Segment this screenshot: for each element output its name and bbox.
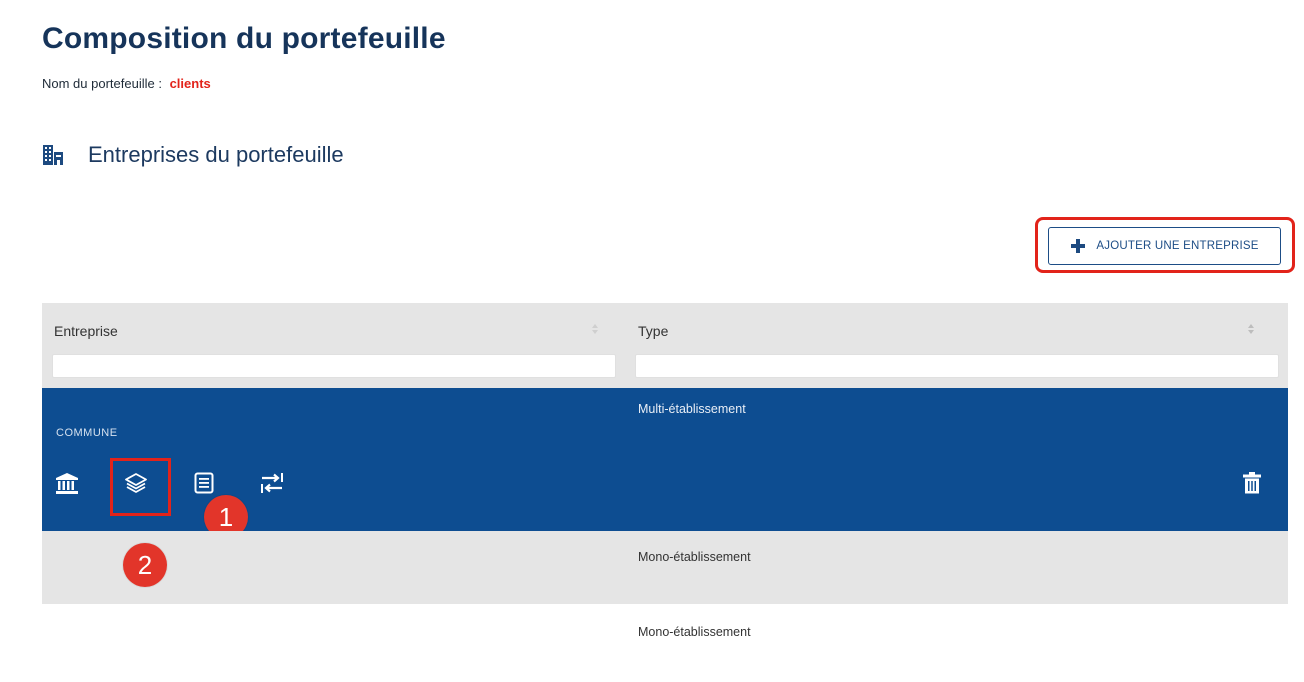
add-button-highlight: AJOUTER UNE ENTREPRISE: [1035, 217, 1295, 273]
section-title: Entreprises du portefeuille: [88, 142, 344, 167]
company-cell: COMMUNE: [56, 427, 118, 439]
type-cell: Mono-établissement: [638, 625, 751, 639]
column-header-type[interactable]: Type: [638, 323, 668, 339]
column-header-entreprise[interactable]: Entreprise: [54, 323, 118, 339]
filter-entreprise-input[interactable]: [52, 354, 616, 378]
buildings-icon: [43, 145, 63, 165]
table-header: Entreprise Type: [42, 303, 1288, 388]
filter-type-input[interactable]: [635, 354, 1279, 378]
table-row[interactable]: Mono-établissement: [42, 604, 1288, 674]
sort-icon[interactable]: [590, 321, 600, 337]
add-company-label: AJOUTER UNE ENTREPRISE: [1096, 240, 1259, 252]
type-cell: Multi-établissement: [638, 402, 746, 416]
trash-icon[interactable]: [1240, 471, 1264, 495]
annotation-badge-2: 2: [123, 543, 167, 587]
type-cell: Mono-établissement: [638, 550, 751, 564]
portfolio-name-label: Nom du portefeuille :: [42, 76, 162, 91]
swap-icon[interactable]: [260, 471, 284, 495]
document-icon[interactable]: [192, 471, 216, 495]
sort-icon[interactable]: [1246, 321, 1256, 337]
page-title: Composition du portefeuille: [42, 22, 446, 55]
companies-table: Entreprise Type COMMUNE Multi-établissem…: [42, 303, 1288, 674]
bank-icon[interactable]: [55, 471, 79, 495]
portfolio-name-value: clients: [169, 76, 211, 91]
portfolio-name-line: Nom du portefeuille : clients: [42, 76, 211, 91]
table-row[interactable]: Mono-établissement: [42, 531, 1288, 604]
section-header: Entreprises du portefeuille: [42, 142, 344, 168]
table-row[interactable]: COMMUNE Multi-établissement 1: [42, 388, 1288, 539]
add-company-button[interactable]: AJOUTER UNE ENTREPRISE: [1048, 227, 1281, 265]
layers-highlight-box: [110, 458, 171, 516]
plus-icon: [1071, 239, 1086, 253]
